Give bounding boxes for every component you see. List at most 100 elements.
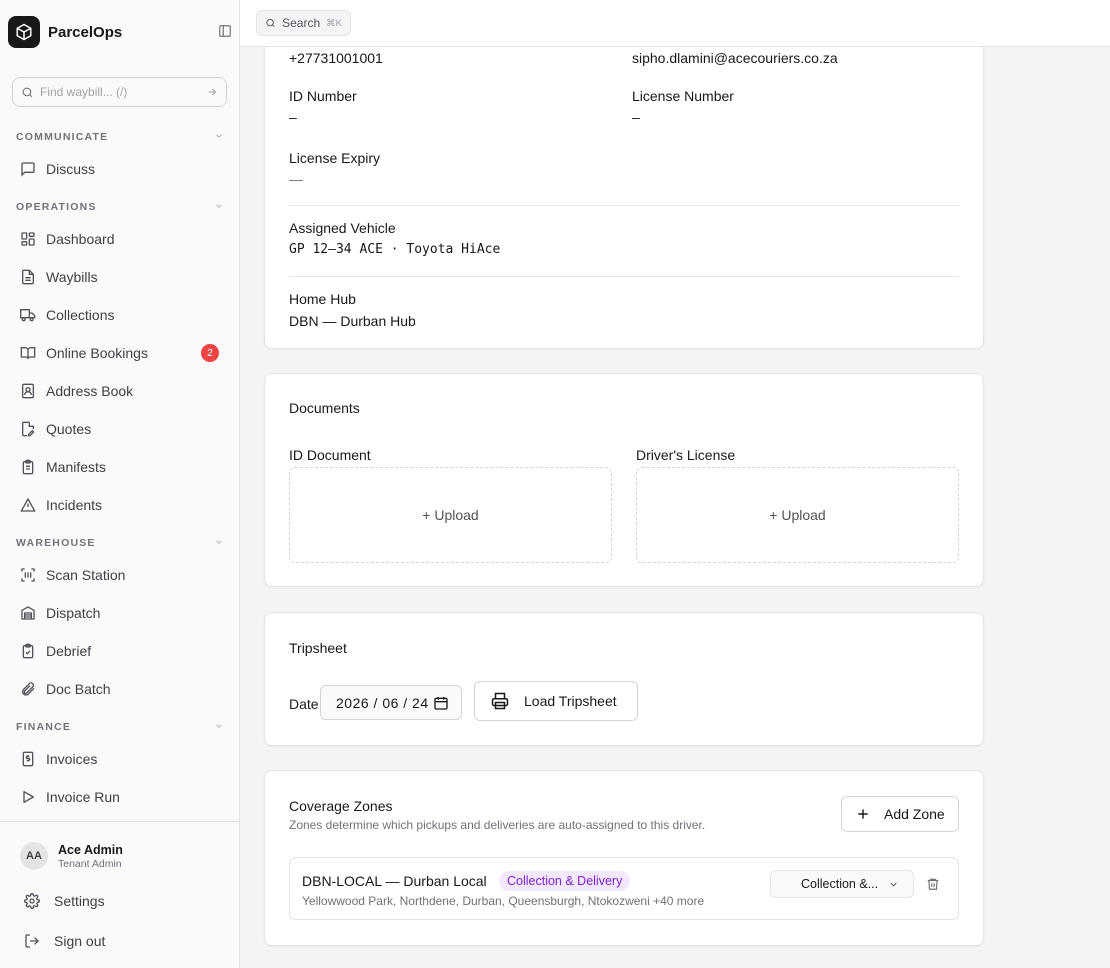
sidebar-item-label: Dashboard	[46, 231, 115, 247]
home-hub-label: Home Hub	[289, 291, 356, 307]
calendar-icon[interactable]	[433, 695, 449, 711]
avatar[interactable]: AA	[20, 842, 48, 870]
license-number-value: –	[632, 109, 640, 125]
date-value: 2026 / 06 / 24	[336, 694, 429, 711]
arrow-right-icon[interactable]	[206, 86, 218, 98]
find-waybill-field[interactable]	[12, 77, 227, 107]
scan-barcode-icon	[20, 567, 36, 583]
license-number-label: License Number	[632, 88, 734, 104]
sidebar-item-quotes[interactable]: Quotes	[12, 413, 227, 445]
sidebar-item-scan-station[interactable]: Scan Station	[12, 559, 227, 591]
search-button[interactable]: Search ⌘K	[256, 10, 351, 36]
file-text-icon	[20, 269, 36, 285]
gear-icon	[24, 893, 40, 909]
paperclip-icon	[20, 681, 36, 697]
zone-name: DBN-LOCAL — Durban Local	[302, 873, 487, 889]
load-tripsheet-button[interactable]: Load Tripsheet	[474, 681, 638, 721]
phone-value: +27731001001	[289, 50, 383, 66]
drivers-license-upload[interactable]: + Upload	[636, 467, 959, 563]
license-expiry-value: —	[289, 171, 303, 187]
play-icon	[20, 789, 36, 805]
sidebar-item-label: Collections	[46, 307, 115, 323]
zone-type-select-value: Collection &...	[801, 877, 879, 891]
section-finance[interactable]: FINANCE	[16, 721, 224, 733]
chevron-down-icon	[216, 724, 222, 728]
documents-card: Documents ID Document Driver's License +…	[264, 373, 984, 587]
sidebar-item-invoices[interactable]: Invoices	[12, 743, 227, 775]
sidebar-item-collections[interactable]: Collections	[12, 299, 227, 331]
section-warehouse[interactable]: WAREHOUSE	[16, 537, 224, 549]
sidebar-item-online-bookings[interactable]: Online Bookings 2	[12, 337, 227, 369]
documents-title: Documents	[289, 400, 360, 416]
sidebar-item-doc-batch[interactable]: Doc Batch	[12, 673, 227, 705]
zone-areas: Yellowwood Park, Northdene, Durban, Quee…	[302, 894, 705, 908]
warehouse-icon	[20, 605, 36, 621]
truck-icon	[20, 307, 36, 323]
id-number-label: ID Number	[289, 88, 357, 104]
coverage-zones-card: Coverage Zones Zones determine which pic…	[264, 770, 984, 946]
log-out-icon	[24, 933, 40, 949]
search-shortcut: ⌘K	[326, 17, 342, 29]
sidebar-item-invoice-run[interactable]: Invoice Run	[12, 781, 227, 813]
sign-out-label: Sign out	[54, 933, 106, 949]
clipboard-check-icon	[20, 643, 36, 659]
book-open-icon	[20, 345, 36, 361]
topbar: Search ⌘K	[240, 0, 1110, 47]
load-tripsheet-label: Load Tripsheet	[524, 693, 617, 709]
find-waybill-input[interactable]	[40, 85, 206, 99]
sidebar-item-label: Invoice Run	[46, 789, 120, 805]
license-expiry-label: License Expiry	[289, 150, 381, 166]
sidebar-item-label: Scan Station	[46, 567, 126, 583]
sign-out-link[interactable]: Sign out	[24, 933, 105, 949]
printer-icon	[491, 692, 509, 710]
receipt-icon	[20, 751, 36, 767]
notification-badge: 2	[201, 344, 219, 362]
id-document-upload[interactable]: + Upload	[289, 467, 612, 563]
brand: ParcelOps	[8, 15, 232, 49]
driver-details-card: +27731001001 sipho.dlamini@acecouriers.c…	[264, 47, 984, 349]
sidebar-item-address-book[interactable]: Address Book	[12, 375, 227, 407]
coverage-zones-title: Coverage Zones	[289, 798, 393, 814]
section-label: FINANCE	[16, 721, 72, 733]
id-number-value: –	[289, 109, 297, 125]
app-name: ParcelOps	[48, 23, 123, 41]
sidebar-item-label: Doc Batch	[46, 681, 111, 697]
search-label: Search	[282, 16, 321, 30]
alert-triangle-icon	[20, 497, 36, 513]
plus-icon	[856, 807, 870, 821]
sidebar-item-dashboard[interactable]: Dashboard	[12, 223, 227, 255]
sidebar-toggle-icon[interactable]	[218, 24, 232, 38]
add-zone-label: Add Zone	[884, 806, 945, 822]
sidebar-item-label: Invoices	[46, 751, 98, 767]
settings-link[interactable]: Settings	[24, 893, 105, 909]
section-communicate[interactable]: COMMUNICATE	[16, 131, 224, 143]
sidebar-item-label: Dispatch	[46, 605, 101, 621]
user-name: Ace Admin	[58, 843, 123, 857]
zone-type-select[interactable]: Collection &...	[770, 870, 914, 898]
id-document-label: ID Document	[289, 447, 371, 463]
sidebar-item-debrief[interactable]: Debrief	[12, 635, 227, 667]
date-input[interactable]: 2026 / 06 / 24	[320, 685, 462, 720]
tripsheet-card: Tripsheet Date 2026 / 06 / 24 Load Trips…	[264, 612, 984, 746]
sidebar-item-manifests[interactable]: Manifests	[12, 451, 227, 483]
section-label: COMMUNICATE	[16, 131, 109, 143]
file-edit-icon	[20, 421, 36, 437]
section-operations[interactable]: OPERATIONS	[16, 201, 224, 213]
message-square-icon	[20, 161, 36, 177]
package-logo-icon	[8, 16, 40, 48]
add-zone-button[interactable]: Add Zone	[841, 796, 959, 832]
sidebar-item-waybills[interactable]: Waybills	[12, 261, 227, 293]
clipboard-list-icon	[20, 459, 36, 475]
sidebar-footer: AA Ace Admin Tenant Admin Settings Sign …	[0, 821, 239, 968]
sidebar-item-label: Online Bookings	[46, 345, 148, 361]
trash-icon[interactable]	[926, 877, 940, 891]
tripsheet-title: Tripsheet	[289, 640, 347, 656]
chevron-down-icon	[890, 882, 897, 887]
sidebar-item-discuss[interactable]: Discuss	[12, 153, 227, 185]
search-icon	[266, 18, 275, 28]
divider	[289, 276, 959, 277]
sidebar-item-label: Discuss	[46, 161, 96, 177]
sidebar-item-dispatch[interactable]: Dispatch	[12, 597, 227, 629]
sidebar-item-incidents[interactable]: Incidents	[12, 489, 227, 521]
sidebar-item-label: Quotes	[46, 421, 92, 437]
